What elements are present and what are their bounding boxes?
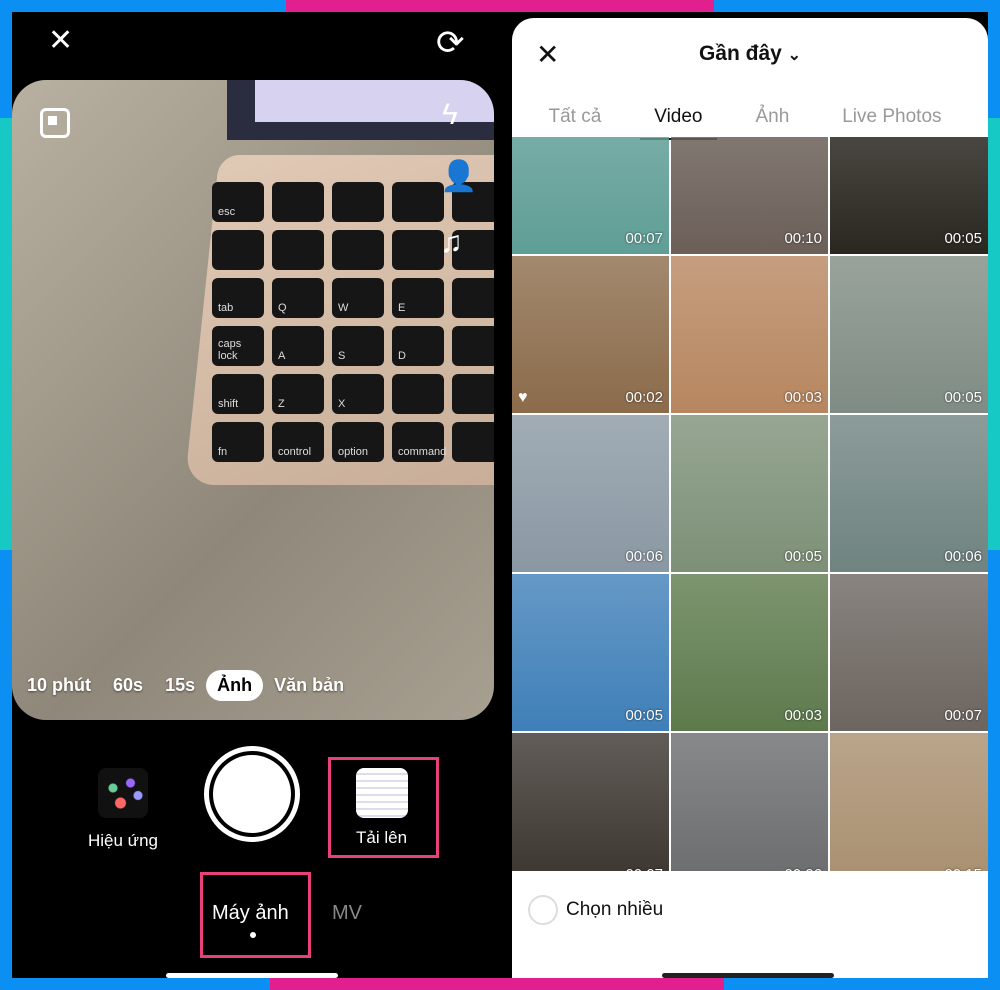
upload-button[interactable] xyxy=(356,768,408,818)
keyboard-key: D xyxy=(392,326,444,366)
chevron-down-icon: ⌄ xyxy=(787,47,802,64)
media-thumbnail[interactable]: 00:05 xyxy=(830,256,988,413)
video-duration: 00:03 xyxy=(784,389,822,406)
video-duration: 00:07 xyxy=(625,866,663,871)
keyboard-key xyxy=(392,230,444,270)
tab-live-photos[interactable]: Live Photos xyxy=(828,100,955,134)
mode-photo[interactable]: Ảnh xyxy=(206,670,264,701)
video-duration: 00:07 xyxy=(944,707,982,724)
multi-select[interactable]: Chọn nhiều xyxy=(528,895,663,925)
keyboard-key xyxy=(332,182,384,222)
effects-button[interactable] xyxy=(98,768,148,818)
keyboard-key xyxy=(452,326,494,366)
keyboard-key: command xyxy=(392,422,446,462)
active-dot xyxy=(250,932,256,938)
mode-15s[interactable]: 15s xyxy=(154,670,206,701)
video-duration: 00:06 xyxy=(784,866,822,871)
keyboard-key xyxy=(452,374,494,414)
shutter-button[interactable] xyxy=(204,746,300,842)
keyboard-key: A xyxy=(272,326,324,366)
home-indicator xyxy=(662,973,834,978)
keyboard-key xyxy=(272,182,324,222)
keyboard-key: tab xyxy=(212,278,264,318)
tab-mv[interactable]: MV xyxy=(332,902,362,925)
camera-screen: ✕ ⟳ esc tab Q W Ecaps lock A S Dshift Z Xfn contro… xyxy=(12,12,494,978)
upload-label[interactable]: Tải lên xyxy=(356,828,407,848)
keyboard-key: X xyxy=(332,374,384,414)
tab-video[interactable]: Video xyxy=(640,100,717,140)
mode-text[interactable]: Văn bản xyxy=(263,670,355,701)
home-indicator xyxy=(166,973,338,978)
keyboard-key xyxy=(332,230,384,270)
media-thumbnail[interactable]: 00:05 xyxy=(830,137,988,254)
album-selector[interactable]: Gần đây ⌄ xyxy=(512,42,988,66)
flash-off-icon[interactable]: ϟ xyxy=(442,100,458,130)
media-thumbnail[interactable]: 00:07 xyxy=(512,137,669,254)
keyboard-key: Z xyxy=(272,374,324,414)
keyboard-key xyxy=(212,230,264,270)
media-thumbnail[interactable]: 00:07 xyxy=(512,733,669,871)
multi-select-label: Chọn nhiều xyxy=(566,899,664,920)
beauty-icon[interactable]: 👤 xyxy=(440,162,477,192)
mode-60s[interactable]: 60s xyxy=(102,670,154,701)
video-duration: 00:05 xyxy=(784,548,822,565)
media-thumbnail[interactable]: 00:05 xyxy=(512,574,669,731)
keyboard-key: shift xyxy=(212,374,264,414)
keyboard-key: E xyxy=(392,278,444,318)
media-thumbnail[interactable]: 00:03 xyxy=(671,574,828,731)
album-title: Gần đây xyxy=(698,42,782,65)
video-duration: 00:10 xyxy=(784,230,822,247)
video-duration: 00:07 xyxy=(625,230,663,247)
keyboard-key xyxy=(392,182,444,222)
favorite-heart-icon: ♥ xyxy=(518,389,528,406)
bottom-accent-bar xyxy=(270,978,724,990)
flip-camera-icon[interactable]: ⟳ xyxy=(436,26,465,60)
media-thumbnail[interactable]: 00:06 xyxy=(671,733,828,871)
gallery-frame-icon[interactable] xyxy=(40,108,70,138)
close-icon[interactable]: ✕ xyxy=(48,26,73,56)
camera-preview: esc tab Q W Ecaps lock A S Dshift Z Xfn control opt… xyxy=(12,80,494,720)
media-grid[interactable]: 00:07 00:10 00:05 00:02 ♥ 00:03 00:05 00:06 00:0… xyxy=(512,137,988,871)
video-duration: 00:03 xyxy=(784,707,822,724)
media-thumbnail[interactable]: 00:15 xyxy=(830,733,988,871)
keyboard-key xyxy=(452,422,494,462)
video-duration: 00:02 xyxy=(625,389,663,406)
video-duration: 00:06 xyxy=(944,548,982,565)
tab-photo[interactable]: Ảnh xyxy=(741,100,803,134)
keyboard-key: caps lock xyxy=(212,326,264,366)
media-thumbnail[interactable]: 00:06 xyxy=(830,415,988,572)
video-duration: 00:05 xyxy=(625,707,663,724)
keyboard-key: option xyxy=(332,422,384,462)
tab-all[interactable]: Tất cả xyxy=(534,100,615,134)
video-duration: 00:15 xyxy=(944,866,982,871)
keyboard-key xyxy=(452,278,494,318)
top-accent-bar xyxy=(286,0,714,12)
multi-select-radio[interactable] xyxy=(528,895,558,925)
mode-10-min[interactable]: 10 phút xyxy=(16,670,102,701)
media-thumbnail[interactable]: 00:02 ♥ xyxy=(512,256,669,413)
tab-camera[interactable]: Máy ảnh xyxy=(212,902,289,925)
media-thumbnail[interactable]: 00:07 xyxy=(830,574,988,731)
music-icon[interactable]: ♫ xyxy=(440,228,463,258)
keyboard-key: S xyxy=(332,326,384,366)
effects-label: Hiệu ứng xyxy=(88,831,158,850)
video-duration: 00:06 xyxy=(625,548,663,565)
keyboard-key: Q xyxy=(272,278,324,318)
keyboard-key xyxy=(392,374,444,414)
frame-right xyxy=(986,118,1000,550)
keyboard-key: control xyxy=(272,422,324,462)
video-duration: 00:05 xyxy=(944,389,982,406)
media-picker: ✕ Gần đây ⌄ Tất cả Video Ảnh Live Photos… xyxy=(494,12,988,978)
keyboard-key xyxy=(272,230,324,270)
media-thumbnail[interactable]: 00:06 xyxy=(512,415,669,572)
keyboard-key: W xyxy=(332,278,384,318)
media-thumbnail[interactable]: 00:10 xyxy=(671,137,828,254)
video-duration: 00:05 xyxy=(944,230,982,247)
keyboard-key: fn xyxy=(212,422,264,462)
media-thumbnail[interactable]: 00:03 xyxy=(671,256,828,413)
media-thumbnail[interactable]: 00:05 xyxy=(671,415,828,572)
keyboard-key: esc xyxy=(212,182,264,222)
